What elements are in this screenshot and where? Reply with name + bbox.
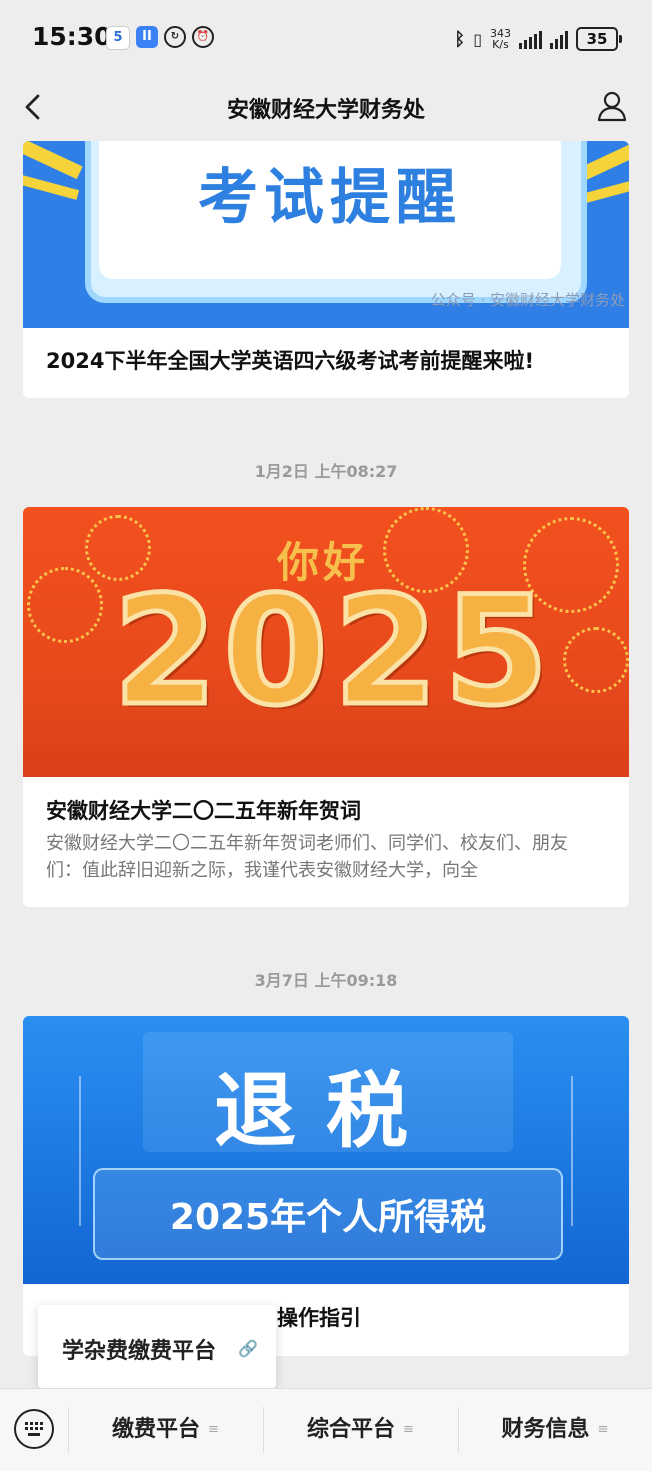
bottom-menu: 缴费平台 ≡ 综合平台 ≡ 财务信息 ≡ bbox=[0, 1388, 652, 1471]
nav-bar: 安徽财经大学财务处 bbox=[0, 78, 652, 140]
signal-icon bbox=[519, 29, 542, 49]
banner-subtitle-box: 2025年个人所得税 bbox=[93, 1168, 563, 1260]
bluetooth-icon: ᛒ bbox=[454, 28, 466, 50]
article-title[interactable]: 操作指引 bbox=[277, 1302, 606, 1332]
alarm-icon: ⏰ bbox=[192, 26, 214, 48]
battery-icon: 35 bbox=[576, 27, 622, 51]
article-banner: 考试提醒 公众号 · 安徽财经大学财务处 bbox=[23, 141, 629, 328]
banner-text: 考试提醒 bbox=[198, 163, 462, 233]
keyboard-toggle-icon[interactable] bbox=[14, 1409, 54, 1449]
firework-decoration bbox=[27, 567, 103, 643]
menu-lines-icon: ≡ bbox=[403, 1422, 414, 1437]
app-notification-icon: II bbox=[136, 26, 158, 48]
net-speed: 343 K/s bbox=[490, 27, 511, 51]
menu-lines-icon: ≡ bbox=[597, 1422, 609, 1437]
article-card[interactable]: 你好 2025 安徽财经大学二〇二五年新年贺词 安徽财经大学二〇二五年新年贺词老… bbox=[23, 507, 629, 907]
article-description: 安徽财经大学二〇二五年新年贺词老师们、同学们、校友们、朋友们：值此辞旧迎新之际，… bbox=[46, 833, 568, 881]
menu-lines-icon: ≡ bbox=[208, 1422, 219, 1437]
submenu-popup[interactable]: 学杂费缴费平台 🔗 bbox=[38, 1305, 276, 1388]
vibrate-icon: ▯ bbox=[473, 29, 482, 49]
banner-year: 2025 bbox=[110, 563, 555, 742]
system-indicators: ᛒ ▯ 343 K/s 35 bbox=[454, 24, 622, 54]
submenu-item-tuition-payment[interactable]: 学杂费缴费平台 bbox=[62, 1333, 216, 1365]
menu-item-general-platform[interactable]: 综合平台 ≡ bbox=[263, 1389, 458, 1471]
page-title: 安徽财经大学财务处 bbox=[226, 98, 425, 123]
sync-icon: ↻ bbox=[164, 26, 186, 48]
article-title[interactable]: 2024下半年全国大学英语四六级考试考前提醒来啦! bbox=[46, 345, 606, 375]
status-time: 15:30 bbox=[32, 22, 112, 51]
menu-item-finance-info[interactable]: 财务信息 ≡ bbox=[458, 1389, 652, 1471]
profile-icon[interactable] bbox=[594, 88, 630, 124]
firework-decoration bbox=[563, 627, 629, 693]
status-bar: 15:30 5 II ↻ ⏰ ᛒ ▯ 343 K/s 35 bbox=[0, 0, 652, 78]
article-banner: 你好 2025 bbox=[23, 507, 629, 777]
banner-subtitle: 2025年个人所得税 bbox=[169, 1197, 487, 1238]
banner-title: 退税 bbox=[213, 1064, 438, 1159]
banner-inner: 考试提醒 bbox=[99, 141, 561, 279]
watermark: 公众号 · 安徽财经大学财务处 bbox=[430, 291, 625, 309]
link-icon: 🔗 bbox=[238, 1339, 258, 1358]
article-card[interactable]: 考试提醒 公众号 · 安徽财经大学财务处 2024下半年全国大学英语四六级考试考… bbox=[23, 141, 629, 398]
signal-icon bbox=[550, 29, 568, 49]
article-title[interactable]: 安徽财经大学二〇二五年新年贺词 bbox=[46, 795, 606, 825]
app-notification-icon: 5 bbox=[106, 26, 130, 50]
menu-item-payment-platform[interactable]: 缴费平台 ≡ bbox=[68, 1389, 263, 1471]
timestamp: 1月2日 上午08:27 bbox=[254, 462, 398, 481]
article-banner: 退税 2025年个人所得税 bbox=[23, 1016, 629, 1284]
timestamp: 3月7日 上午09:18 bbox=[254, 971, 398, 990]
